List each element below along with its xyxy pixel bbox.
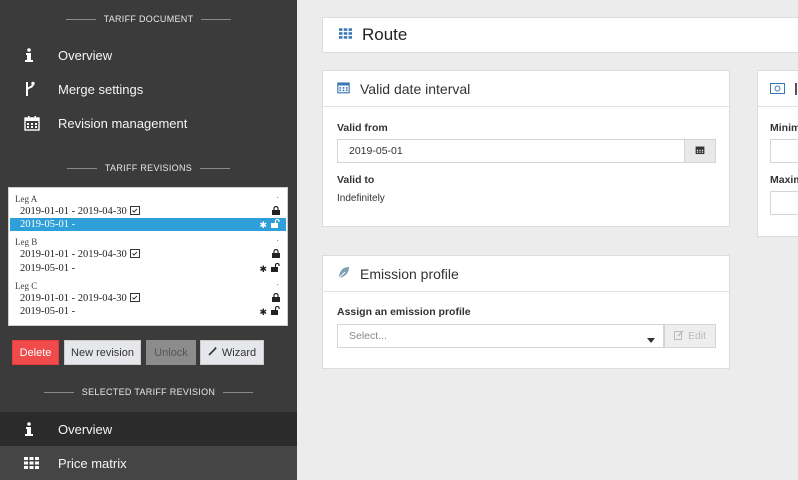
sidebar-item-price-matrix[interactable]: Price matrix bbox=[0, 446, 297, 480]
leg-label: Leg B bbox=[15, 237, 38, 247]
maximum-input[interactable] bbox=[770, 191, 798, 215]
revision-row[interactable]: 2019-01-01 - 2019-04-30 bbox=[10, 248, 286, 261]
minimum-label: Minim bbox=[770, 122, 798, 134]
new-revision-button[interactable]: New revision bbox=[64, 340, 141, 365]
sidebar-item-revision-overview[interactable]: Overview bbox=[0, 412, 297, 446]
grid-icon bbox=[339, 26, 352, 44]
revision-list: Leg A · 2019-01-01 - 2019-04-30 2019-05-… bbox=[8, 187, 288, 326]
asterisk-icon: ✱ bbox=[259, 306, 267, 317]
asterisk-icon: ✱ bbox=[259, 263, 267, 274]
calendar-check-icon bbox=[129, 292, 140, 305]
route-header: Route bbox=[322, 17, 798, 53]
delete-button[interactable]: Delete bbox=[12, 340, 59, 365]
revision-row[interactable]: 2019-05-01 - ✱ bbox=[10, 262, 286, 275]
revision-row-selected[interactable]: 2019-05-01 - ✱ bbox=[10, 218, 286, 231]
info-icon bbox=[0, 422, 58, 436]
leg-label: Leg C bbox=[15, 281, 38, 291]
assign-emission-label: Assign an emission profile bbox=[337, 306, 471, 318]
branch-icon bbox=[0, 81, 58, 97]
panel-header: Emission profile bbox=[323, 256, 729, 292]
page-title: Route bbox=[362, 25, 408, 44]
valid-date-interval-panel: Valid date interval Valid from 2019-05-0… bbox=[322, 70, 730, 227]
panel-header bbox=[758, 71, 798, 107]
sidebar: TARIFF DOCUMENT Overview Merge settings … bbox=[0, 0, 297, 480]
panel-title: Emission profile bbox=[360, 265, 459, 282]
sidebar-item-label: Merge settings bbox=[58, 81, 144, 97]
lock-icon bbox=[272, 205, 280, 218]
sidebar-item-merge-settings[interactable]: Merge settings bbox=[0, 72, 297, 106]
unlock-icon bbox=[271, 305, 280, 318]
section-title-tariff-revisions: TARIFF REVISIONS bbox=[0, 163, 297, 173]
sidebar-item-label: Overview bbox=[58, 421, 113, 437]
asterisk-icon: ✱ bbox=[259, 219, 267, 230]
grid-icon bbox=[0, 457, 58, 469]
sidebar-item-overview[interactable]: Overview bbox=[0, 38, 297, 72]
maximum-label: Maxim bbox=[770, 174, 798, 186]
lock-icon bbox=[272, 292, 280, 305]
calendar-icon bbox=[695, 142, 705, 160]
calendar-check-icon bbox=[129, 205, 140, 218]
emission-profile-select[interactable]: Select... bbox=[337, 324, 664, 348]
revision-row[interactable]: 2019-05-01 - ✱ bbox=[10, 305, 286, 318]
money-icon bbox=[770, 81, 785, 97]
valid-from-label: Valid from bbox=[337, 122, 388, 134]
unlock-icon bbox=[271, 262, 280, 275]
magic-wand-icon bbox=[208, 346, 218, 359]
section-title-selected-revision: SELECTED TARIFF REVISION bbox=[0, 387, 297, 397]
wizard-button[interactable]: Wizard bbox=[200, 340, 264, 365]
date-picker-button[interactable] bbox=[684, 139, 716, 163]
calendar-icon bbox=[0, 115, 58, 131]
caret-down-icon bbox=[647, 334, 655, 346]
edit-button[interactable]: Edit bbox=[664, 324, 716, 348]
sidebar-item-label: Overview bbox=[58, 47, 113, 63]
revision-row[interactable]: 2019-01-01 - 2019-04-30 bbox=[10, 205, 286, 218]
revision-row[interactable]: 2019-01-01 - 2019-04-30 bbox=[10, 292, 286, 305]
edit-icon bbox=[673, 330, 684, 343]
sidebar-item-label: Price matrix bbox=[58, 455, 127, 471]
valid-to-label: Valid to bbox=[337, 174, 375, 186]
leg-label: Leg A bbox=[15, 194, 38, 204]
lock-icon bbox=[272, 248, 280, 261]
unlock-button[interactable]: Unlock bbox=[146, 340, 196, 365]
sidebar-item-revision-management[interactable]: Revision management bbox=[0, 106, 297, 140]
leaf-icon bbox=[337, 266, 350, 282]
valid-from-input[interactable]: 2019-05-01 bbox=[337, 139, 685, 163]
calendar-check-icon bbox=[129, 248, 140, 261]
limits-panel: Minim Maxim bbox=[757, 70, 798, 237]
panel-header: Valid date interval bbox=[323, 71, 729, 107]
unlock-icon bbox=[271, 218, 280, 231]
sidebar-item-label: Revision management bbox=[58, 115, 188, 131]
minimum-input[interactable] bbox=[770, 139, 798, 163]
calendar-icon bbox=[337, 81, 350, 97]
section-title-tariff-document: TARIFF DOCUMENT bbox=[0, 14, 297, 24]
valid-to-value: Indefinitely bbox=[337, 193, 385, 204]
emission-profile-panel: Emission profile Assign an emission prof… bbox=[322, 255, 730, 369]
panel-title: Valid date interval bbox=[360, 80, 471, 97]
info-icon bbox=[0, 48, 58, 62]
